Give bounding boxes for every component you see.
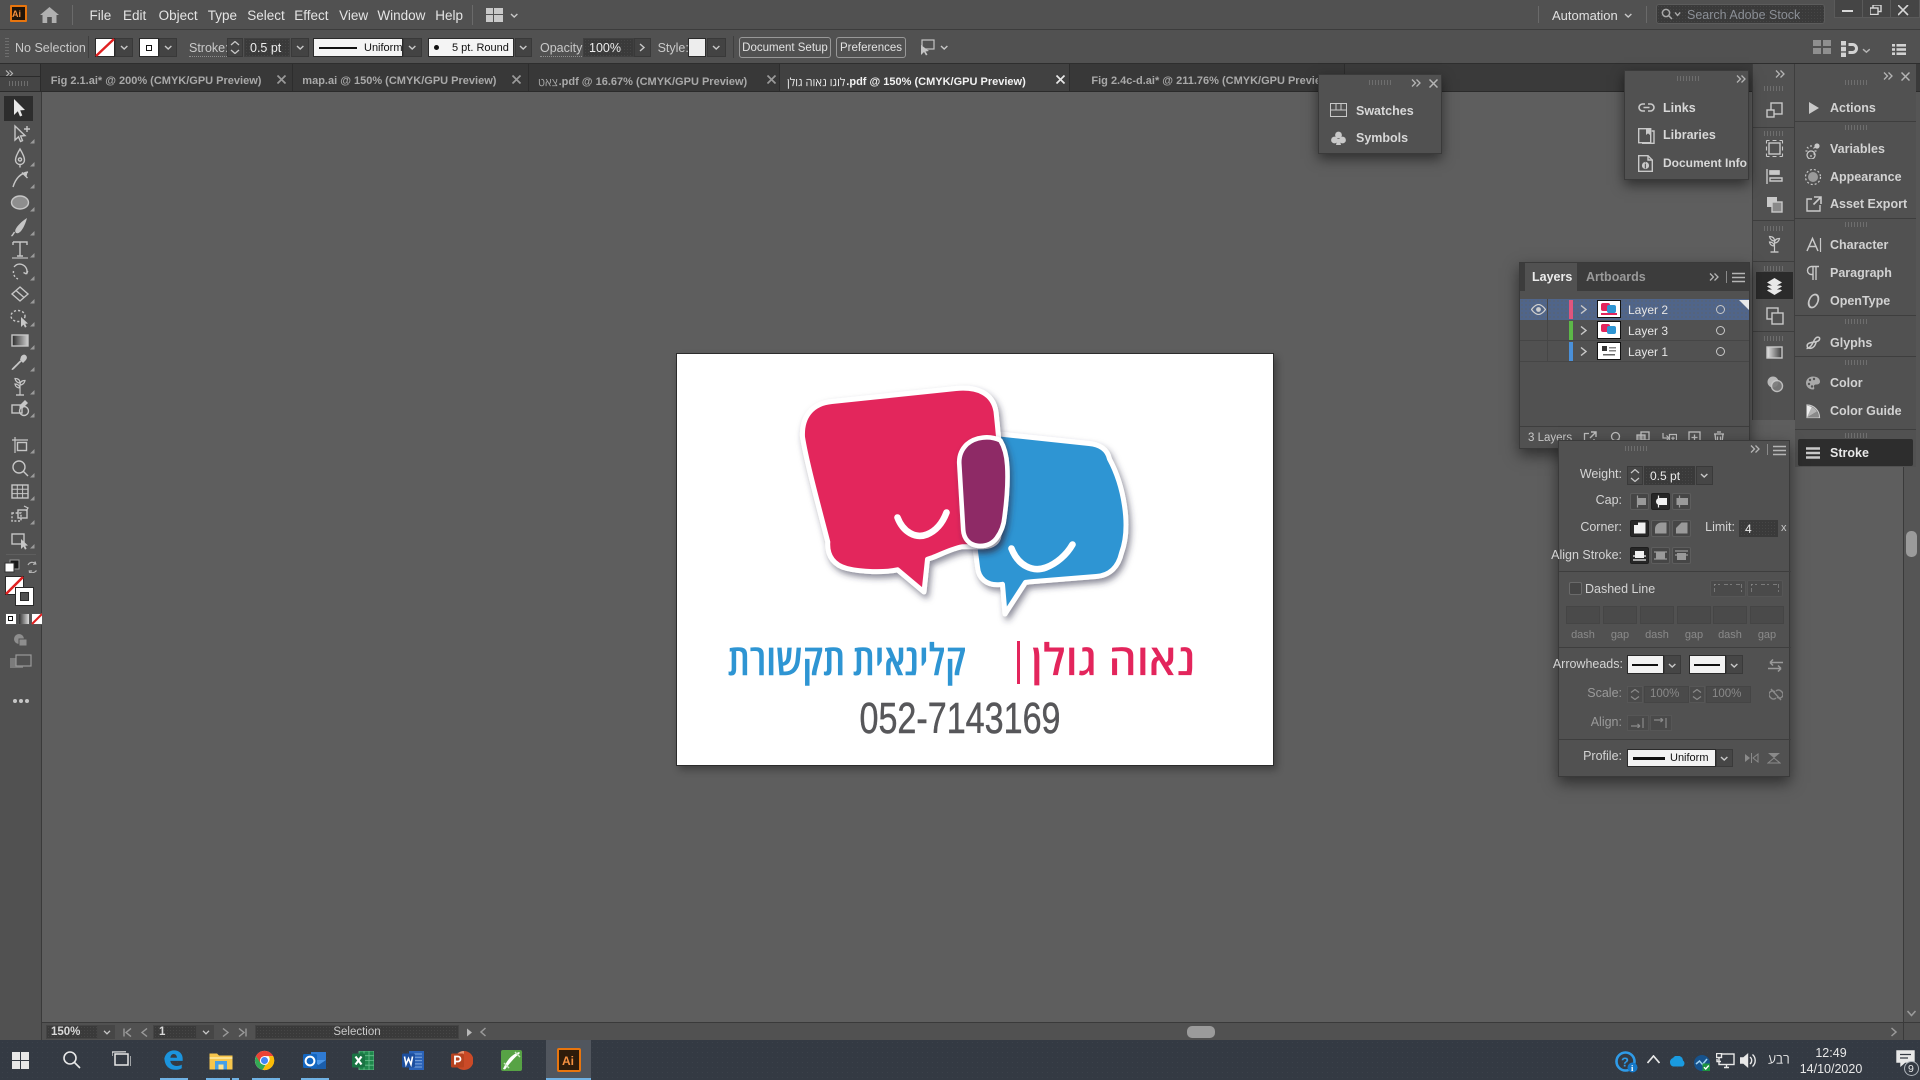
svg-text:052-7143169: 052-7143169 [860, 694, 1061, 740]
svg-text:i: i [1644, 161, 1646, 170]
